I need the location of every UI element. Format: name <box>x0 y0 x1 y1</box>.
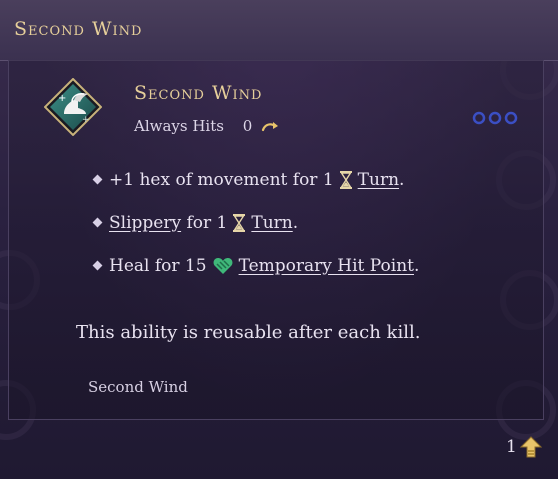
effect-text: for 1 <box>186 212 228 233</box>
temporary-hit-point-link[interactable]: Temporary Hit Point <box>239 256 414 276</box>
bullet-diamond-icon <box>92 260 103 271</box>
ability-meta: Always Hits 0 <box>134 117 279 135</box>
level-up-arrow-icon <box>520 436 542 458</box>
hourglass-icon <box>339 170 352 189</box>
svg-text:+: + <box>58 93 66 104</box>
effects-list: +1 hex of movement for 1 Turn . Slippery… <box>92 158 512 287</box>
winged-boot-icon: + + <box>44 78 102 136</box>
three-rings-icon <box>472 111 518 125</box>
ability-source: Second Wind <box>88 378 188 396</box>
ability-name: Second Wind <box>134 82 263 104</box>
effect-suffix: . <box>413 255 420 276</box>
turn-link[interactable]: Turn <box>251 213 292 233</box>
effect-text: +1 hex of movement for 1 <box>109 169 334 190</box>
accuracy-label: Always Hits <box>134 117 224 135</box>
effect-text: Heal for 15 <box>109 255 207 276</box>
tooltip-title: Second Wind <box>14 18 143 40</box>
footer-count: 1 <box>506 437 517 457</box>
bullet-diamond-icon <box>92 217 103 228</box>
turn-link[interactable]: Turn <box>358 170 399 190</box>
bullet-diamond-icon <box>92 174 103 185</box>
cost-value: 0 <box>242 117 253 135</box>
tooltip-header: Second Wind <box>0 0 558 61</box>
ability-description: This ability is reusable after each kill… <box>76 322 421 343</box>
effect-item: Heal for 15 Temporary Hit Point . <box>92 244 512 287</box>
hourglass-icon <box>233 213 246 232</box>
effect-item: +1 hex of movement for 1 Turn . <box>92 158 512 201</box>
svg-text:+: + <box>82 115 90 125</box>
effect-item: Slippery for 1 Turn . <box>92 201 512 244</box>
bonus-action-swirl-icon <box>261 122 279 132</box>
effect-suffix: . <box>292 212 299 233</box>
ability-tooltip: Second Wind + + Second Wind Always Hits … <box>0 0 558 479</box>
temporary-hp-heart-icon <box>213 257 233 274</box>
effect-suffix: . <box>399 169 405 190</box>
slippery-link[interactable]: Slippery <box>109 213 181 233</box>
